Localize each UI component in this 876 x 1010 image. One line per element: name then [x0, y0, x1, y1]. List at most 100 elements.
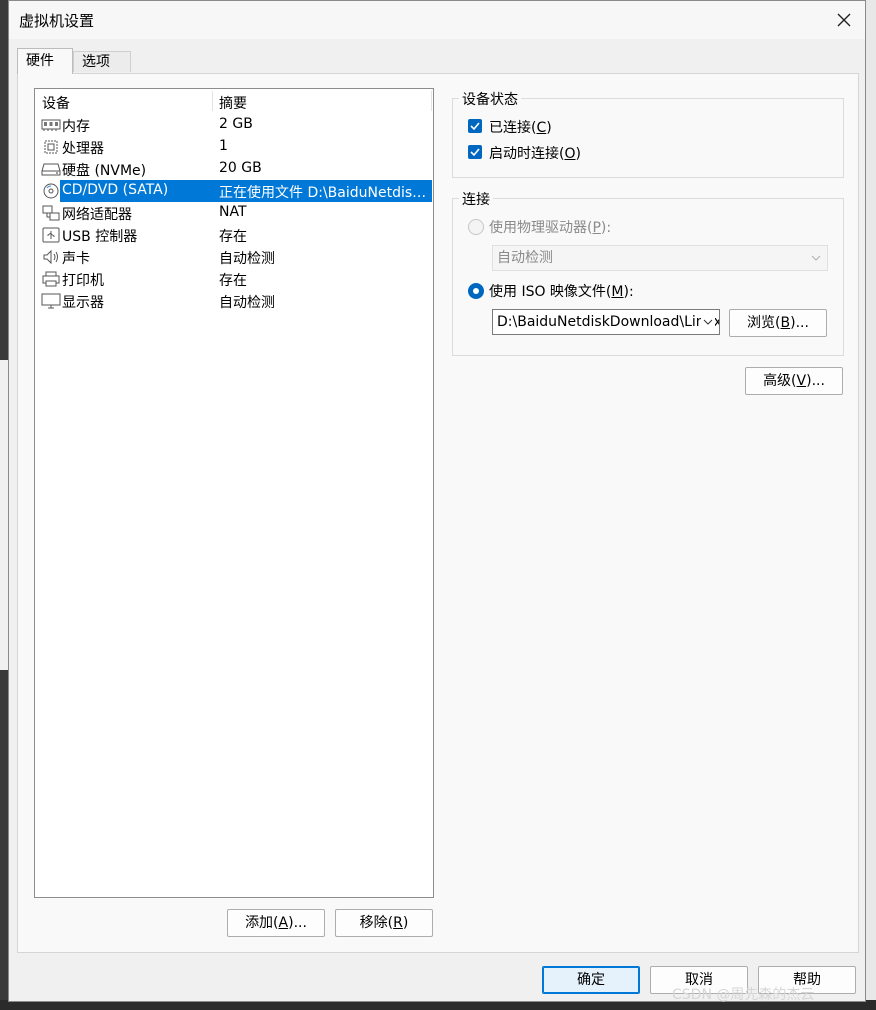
label-accesskey: M [611, 284, 624, 300]
connected-checkbox[interactable] [468, 119, 482, 133]
advanced-button[interactable]: 高级(V)... [745, 367, 843, 395]
connect-on-start-label[interactable]: 启动时连接(O) [489, 143, 581, 163]
title-bar: 虚拟机设置 [9, 1, 865, 39]
device-summary: 20 GB [219, 160, 262, 176]
close-button[interactable] [831, 7, 857, 33]
device-row-printer[interactable]: 打印机 存在 [37, 268, 432, 290]
physical-drive-radio[interactable] [468, 219, 484, 235]
label-accesskey: P [592, 220, 601, 236]
select-value: 自动检测 [497, 250, 553, 266]
label-text: 使用物理驱动器( [489, 220, 593, 236]
iso-image-label[interactable]: 使用 ISO 映像文件(M): [489, 281, 634, 301]
device-row-usb[interactable]: USB 控制器 存在 [37, 224, 432, 246]
connection-title: 连接 [459, 189, 493, 209]
usb-icon [42, 227, 60, 243]
browse-button[interactable]: 浏览(B)... [729, 309, 827, 337]
connected-label[interactable]: 已连接(C) [489, 117, 552, 137]
button-label: 浏览( [747, 315, 781, 331]
device-name: 内存 [62, 119, 90, 135]
window-title: 虚拟机设置 [19, 12, 95, 30]
device-row-memory[interactable]: 内存 2 GB [37, 114, 432, 136]
label-accesskey: O [564, 146, 576, 162]
hardware-panel: 设备 摘要 内存 2 GB 处理器 1 硬盘 (NVMe) 20 GB CD/D… [17, 73, 859, 953]
device-summary: 存在 [219, 229, 247, 245]
close-icon [837, 13, 851, 27]
physical-drive-select[interactable]: 自动检测 [492, 245, 828, 271]
device-name: CD/DVD (SATA) [62, 182, 169, 198]
device-summary: 存在 [219, 273, 247, 289]
column-divider[interactable] [431, 91, 432, 111]
label-tail: ): [600, 220, 612, 236]
add-device-button[interactable]: 添加(A)... [227, 909, 325, 937]
label-text: 使用 ISO 映像文件( [489, 284, 612, 300]
tab-hardware[interactable]: 硬件 [17, 48, 73, 74]
button-accesskey: R [393, 915, 403, 931]
list-header: 设备 摘要 [35, 89, 433, 113]
device-row-network[interactable]: 网络适配器 NAT [37, 202, 432, 224]
cpu-icon [44, 140, 58, 154]
connect-on-start-checkbox[interactable] [468, 145, 482, 159]
monitor-icon [41, 293, 61, 309]
chevron-down-icon [701, 310, 715, 334]
button-label: 移除( [359, 915, 394, 931]
device-name: 显示器 [62, 295, 104, 311]
column-header-device[interactable]: 设备 [42, 93, 70, 113]
column-header-summary[interactable]: 摘要 [219, 93, 247, 113]
chevron-down-icon [809, 246, 823, 270]
device-row-cpu[interactable]: 处理器 1 [37, 136, 432, 158]
label-tail: ) [575, 146, 581, 162]
device-row-sound[interactable]: 声卡 自动检测 [37, 246, 432, 268]
checkmark-icon [470, 148, 480, 157]
button-label-tail: )... [288, 915, 307, 931]
button-label: 高级( [763, 373, 797, 389]
label-text: 已连接( [489, 120, 537, 136]
device-name: 网络适配器 [62, 207, 132, 223]
device-list[interactable]: 设备 摘要 内存 2 GB 处理器 1 硬盘 (NVMe) 20 GB CD/D… [34, 88, 434, 898]
background-window-edge [866, 0, 876, 1010]
device-summary: NAT [219, 204, 247, 220]
button-label-tail: ) [402, 915, 409, 931]
iso-path-value: D:\BaiduNetdiskDownload\Linux [497, 314, 720, 330]
physical-drive-label[interactable]: 使用物理驱动器(P): [489, 217, 611, 237]
remove-device-button[interactable]: 移除(R) [335, 909, 433, 937]
device-summary: 正在使用文件 D:\BaiduNetdisk... [219, 185, 429, 201]
device-summary: 自动检测 [219, 251, 275, 267]
vm-settings-dialog: 虚拟机设置 硬件 选项 设备 摘要 内存 2 GB 处理器 1 硬盘 (NVMe… [8, 0, 866, 1002]
button-label: 添加( [245, 915, 279, 931]
device-row-disk[interactable]: 硬盘 (NVMe) 20 GB [37, 158, 432, 180]
tab-options[interactable]: 选项 [73, 51, 131, 72]
label-tail: ): [623, 284, 634, 300]
device-summary: 自动检测 [219, 295, 275, 311]
device-name: 打印机 [62, 273, 104, 289]
label-accesskey: C [536, 120, 547, 136]
column-divider[interactable] [212, 91, 213, 111]
network-icon [42, 205, 60, 221]
device-summary: 1 [219, 138, 228, 154]
button-accesskey: A [278, 915, 289, 931]
device-status-group: 设备状态 已连接(C) 启动时连接(O) [452, 89, 844, 178]
device-row-cd-dvd[interactable]: CD/DVD (SATA) 正在使用文件 D:\BaiduNetdisk... [37, 180, 432, 202]
speaker-icon [43, 249, 58, 265]
button-accesskey: B [780, 315, 791, 331]
label-tail: ) [546, 120, 552, 136]
memory-icon [41, 119, 61, 131]
device-row-display[interactable]: 显示器 自动检测 [37, 290, 432, 312]
device-summary: 2 GB [219, 116, 253, 132]
cd-icon [43, 183, 59, 199]
button-label-tail: )... [790, 315, 809, 331]
ok-button[interactable]: 确定 [542, 966, 640, 994]
iso-image-radio[interactable] [468, 283, 484, 299]
device-name: USB 控制器 [62, 229, 138, 245]
watermark: CSDN @周先森的杰云 [672, 987, 815, 1003]
disk-icon [41, 163, 61, 176]
device-name: 处理器 [62, 141, 104, 157]
iso-path-combobox[interactable]: D:\BaiduNetdiskDownload\Linux [492, 309, 720, 335]
printer-icon [42, 271, 60, 287]
label-text: 启动时连接( [489, 146, 565, 162]
button-label-tail: )... [806, 373, 825, 389]
connection-group: 连接 使用物理驱动器(P): 自动检测 使用 ISO 映像文件(M): D:\B… [452, 189, 844, 356]
device-name: 声卡 [62, 251, 90, 267]
button-accesskey: V [796, 373, 807, 389]
device-name: 硬盘 (NVMe) [62, 163, 147, 179]
checkmark-icon [470, 122, 480, 131]
